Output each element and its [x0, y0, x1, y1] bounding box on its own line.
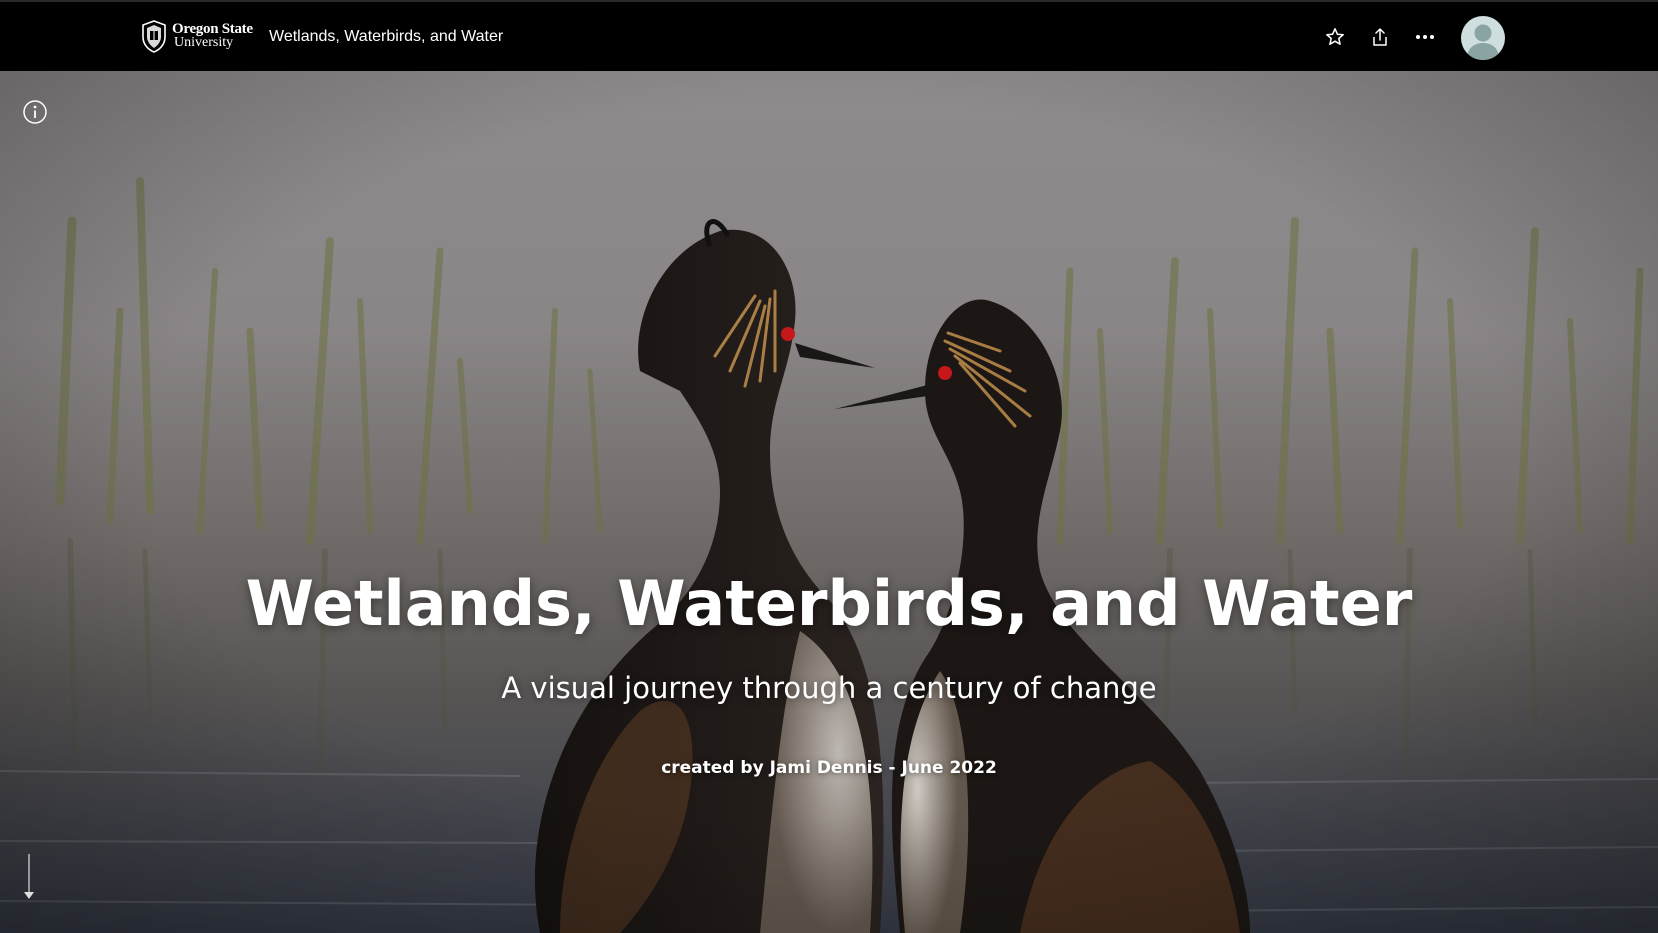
hero-cover: Wetlands, Waterbirds, and Water A visual…	[0, 71, 1658, 933]
favorite-button[interactable]	[1322, 24, 1348, 50]
info-icon[interactable]	[22, 99, 48, 125]
star-icon	[1326, 28, 1344, 45]
hero-title: Wetlands, Waterbirds, and Water	[245, 567, 1413, 640]
hero-subtitle: A visual journey through a century of ch…	[501, 671, 1157, 705]
story-title-link[interactable]: Wetlands, Waterbirds, and Water	[269, 28, 503, 46]
cover-image	[0, 71, 1658, 933]
logo-line-2: University	[174, 35, 234, 50]
logo-line-1: Oregon State	[172, 21, 253, 37]
logo-wordmark: Oregon State University	[172, 22, 253, 50]
share-icon	[1373, 28, 1387, 46]
university-seal-icon	[142, 20, 166, 53]
user-avatar-icon	[1467, 24, 1499, 60]
app-header: Oregon State University Wetlands, Waterb…	[0, 0, 1658, 71]
more-horizontal-icon	[1416, 35, 1434, 39]
more-options-button[interactable]	[1412, 24, 1438, 50]
arrow-down-icon[interactable]	[22, 854, 36, 900]
user-avatar-button[interactable]	[1461, 16, 1505, 60]
osu-logo-link[interactable]: Oregon State University	[140, 18, 253, 54]
hero-byline: created by Jami Dennis - June 2022	[661, 758, 997, 778]
share-button[interactable]	[1367, 24, 1393, 50]
